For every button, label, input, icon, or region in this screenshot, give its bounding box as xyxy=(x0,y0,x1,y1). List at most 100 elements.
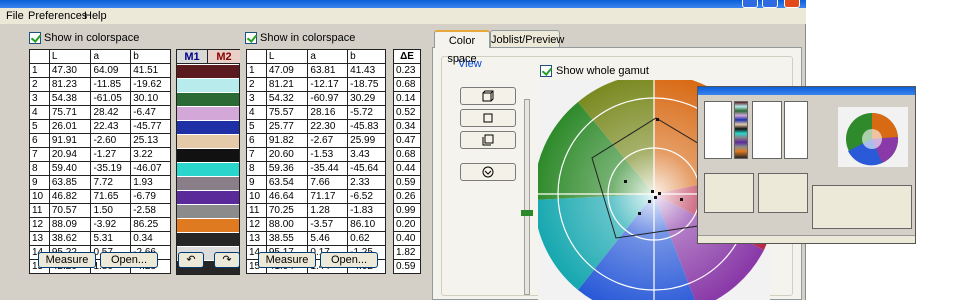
left-table-cell[interactable]: 9 xyxy=(29,175,50,190)
left-table-cell[interactable]: 91.91 xyxy=(48,133,92,148)
left-table-cell[interactable]: 8 xyxy=(29,161,50,176)
menu-help[interactable]: Help xyxy=(84,10,107,22)
left-table-cell[interactable]: 13 xyxy=(29,231,50,246)
maximize-button[interactable] xyxy=(762,0,778,8)
left-table-cell[interactable]: 1 xyxy=(29,63,50,78)
left-table-cell[interactable]: 75.71 xyxy=(48,105,92,120)
right-table-row[interactable]: 12 88.00 -3.57 86.10 xyxy=(246,217,386,232)
left-table-row[interactable]: 8 59.40 -35.19 -46.07 xyxy=(29,161,171,176)
left-open-button[interactable]: Open... xyxy=(100,252,158,268)
right-table-cell[interactable]: 71.17 xyxy=(307,189,349,204)
left-table-cell[interactable]: 26.01 xyxy=(48,119,92,134)
right-table-cell[interactable]: 8 xyxy=(246,161,267,176)
left-table-cell[interactable]: 4 xyxy=(29,105,50,120)
right-table-row[interactable]: 3 54.32 -60.97 30.29 xyxy=(246,91,386,106)
left-table-cell[interactable]: 64.09 xyxy=(90,63,132,78)
right-open-button[interactable]: Open... xyxy=(320,252,378,268)
right-measure-button[interactable]: Measure xyxy=(258,252,316,268)
right-table-row[interactable]: 7 20.60 -1.53 3.43 xyxy=(246,147,386,162)
left-table-row[interactable]: 9 63.85 7.72 1.93 xyxy=(29,175,171,190)
color-swatch[interactable] xyxy=(177,233,239,246)
right-table-row[interactable]: 6 91.82 -2.67 25.99 xyxy=(246,133,386,148)
left-table-cell[interactable]: 2 xyxy=(29,77,50,92)
left-table-row[interactable]: 10 46.82 71.65 -6.79 xyxy=(29,189,171,204)
right-table-cell[interactable]: 22.30 xyxy=(307,119,349,134)
left-table-cell[interactable]: -45.77 xyxy=(130,119,171,134)
right-show-colorspace-checkbox[interactable] xyxy=(245,32,257,44)
right-table-cell[interactable]: 63.54 xyxy=(265,175,309,190)
left-table-cell[interactable]: 5.31 xyxy=(90,231,132,246)
right-table-cell[interactable]: 20.60 xyxy=(265,147,309,162)
right-table-cell[interactable]: 81.21 xyxy=(265,77,309,92)
left-table-cell[interactable]: 7 xyxy=(29,147,50,162)
right-table-cell[interactable]: 59.36 xyxy=(265,161,309,176)
right-table-cell[interactable]: 2.33 xyxy=(347,175,386,190)
right-table-cell[interactable]: 28.16 xyxy=(307,105,349,120)
right-table-row[interactable]: 5 25.77 22.30 -45.83 xyxy=(246,119,386,134)
right-table-cell[interactable]: 4 xyxy=(246,105,267,120)
right-table-cell[interactable]: 7 xyxy=(246,147,267,162)
left-table-cell[interactable]: -11.85 xyxy=(90,77,132,92)
show-whole-gamut-checkbox[interactable] xyxy=(540,65,552,77)
right-table-cell[interactable]: -45.64 xyxy=(347,161,386,176)
right-table-row[interactable]: 2 81.21 -12.17 -18.75 xyxy=(246,77,386,92)
right-table-cell[interactable]: 1 xyxy=(246,63,267,78)
left-table-cell[interactable]: 71.65 xyxy=(90,189,132,204)
color-swatch[interactable] xyxy=(177,205,239,218)
menu-preferences[interactable]: Preferences xyxy=(28,10,87,22)
left-table-cell[interactable]: -2.58 xyxy=(130,203,171,218)
left-table-cell[interactable]: 30.10 xyxy=(130,91,171,106)
color-swatch[interactable] xyxy=(177,93,239,106)
left-table-cell[interactable]: 28.42 xyxy=(90,105,132,120)
left-table-cell[interactable]: -6.47 xyxy=(130,105,171,120)
color-swatch[interactable] xyxy=(177,121,239,134)
right-table-cell[interactable]: 1.28 xyxy=(307,203,349,218)
right-table-row[interactable]: 8 59.36 -35.44 -45.64 xyxy=(246,161,386,176)
left-table-row[interactable]: 1 47.30 64.09 41.51 xyxy=(29,63,171,78)
left-show-colorspace-checkbox[interactable] xyxy=(29,32,41,44)
left-table-cell[interactable]: 20.94 xyxy=(48,147,92,162)
left-table-cell[interactable]: 10 xyxy=(29,189,50,204)
right-table-row[interactable]: 13 38.55 5.46 0.62 xyxy=(246,231,386,246)
left-table-cell[interactable]: 63.85 xyxy=(48,175,92,190)
menu-file[interactable]: File xyxy=(6,10,24,22)
right-table-cell[interactable]: 3.43 xyxy=(347,147,386,162)
left-table-cell[interactable]: -6.79 xyxy=(130,189,171,204)
right-table-cell[interactable]: 7.66 xyxy=(307,175,349,190)
undo-button[interactable]: ↶ xyxy=(178,252,204,268)
color-swatch[interactable] xyxy=(177,219,239,232)
right-table-cell[interactable]: 5 xyxy=(246,119,267,134)
left-table-cell[interactable]: 11 xyxy=(29,203,50,218)
left-table-cell[interactable]: -2.60 xyxy=(90,133,132,148)
left-table-cell[interactable]: 3 xyxy=(29,91,50,106)
right-table-cell[interactable]: 70.25 xyxy=(265,203,309,218)
left-table-cell[interactable]: 86.25 xyxy=(130,217,171,232)
left-table-cell[interactable]: 6 xyxy=(29,133,50,148)
left-table-cell[interactable]: 70.57 xyxy=(48,203,92,218)
left-table-cell[interactable]: 7.72 xyxy=(90,175,132,190)
right-table-row[interactable]: 10 46.64 71.17 -6.52 xyxy=(246,189,386,204)
left-table-row[interactable]: 4 75.71 28.42 -6.47 xyxy=(29,105,171,120)
left-table-row[interactable]: 5 26.01 22.43 -45.77 xyxy=(29,119,171,134)
right-table-cell[interactable]: -6.52 xyxy=(347,189,386,204)
right-table-cell[interactable]: 9 xyxy=(246,175,267,190)
right-table-cell[interactable]: -60.97 xyxy=(307,91,349,106)
right-table-cell[interactable]: 30.29 xyxy=(347,91,386,106)
left-table-cell[interactable]: 81.23 xyxy=(48,77,92,92)
right-table-cell[interactable]: -3.57 xyxy=(307,217,349,232)
left-table-cell[interactable]: 3.22 xyxy=(130,147,171,162)
right-table-cell[interactable]: 46.64 xyxy=(265,189,309,204)
left-table-cell[interactable]: -19.62 xyxy=(130,77,171,92)
right-table-cell[interactable]: -5.72 xyxy=(347,105,386,120)
left-table-cell[interactable]: -3.92 xyxy=(90,217,132,232)
left-table-row[interactable]: 3 54.38 -61.05 30.10 xyxy=(29,91,171,106)
left-table-row[interactable]: 7 20.94 -1.27 3.22 xyxy=(29,147,171,162)
right-table-cell[interactable]: 54.32 xyxy=(265,91,309,106)
right-table-row[interactable]: 9 63.54 7.66 2.33 xyxy=(246,175,386,190)
zoom-slider-thumb[interactable] xyxy=(521,210,533,216)
zoom-slider[interactable] xyxy=(521,99,533,295)
color-swatch[interactable] xyxy=(177,177,239,190)
color-swatch[interactable] xyxy=(177,135,239,148)
left-table-cell[interactable]: 47.30 xyxy=(48,63,92,78)
view-top-button[interactable] xyxy=(460,163,516,181)
